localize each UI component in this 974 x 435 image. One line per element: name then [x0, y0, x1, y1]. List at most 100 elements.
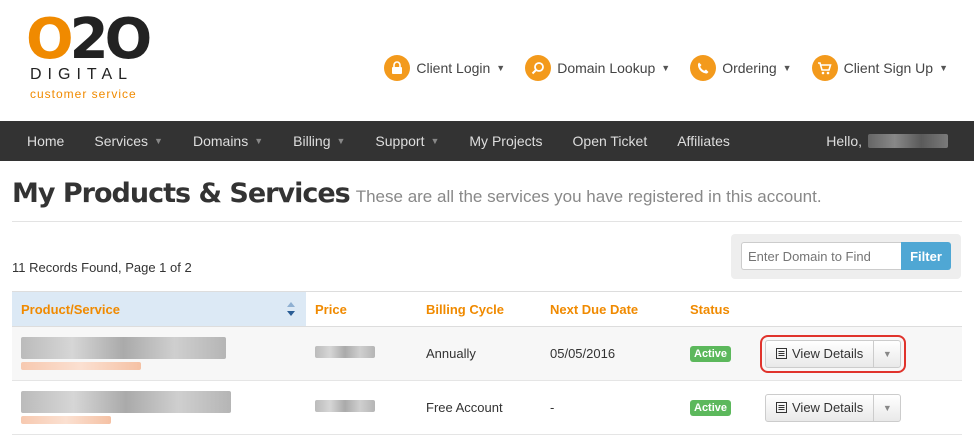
- actions-dropdown-toggle[interactable]: ▼: [874, 395, 900, 421]
- logo-digital: DIGITAL: [30, 66, 134, 83]
- view-details-button[interactable]: View Details: [766, 394, 875, 421]
- cell-actions: View Details ▼: [756, 326, 962, 381]
- nav-domains[interactable]: Domains ▼: [178, 121, 278, 161]
- nav-label: My Projects: [469, 133, 543, 149]
- redacted-product-domain: [21, 416, 111, 424]
- lock-icon: [384, 55, 411, 81]
- records-count: 11 Records Found, Page 1 of 2: [12, 260, 192, 275]
- cell-price: [306, 380, 417, 435]
- view-details-button[interactable]: View Details: [766, 340, 875, 367]
- top-nav: Client Login ▼ Domain Lookup ▼ Ordering …: [384, 55, 948, 81]
- nav-home[interactable]: Home: [0, 121, 79, 161]
- cell-next-due: -: [541, 380, 681, 435]
- nav-label: Services: [94, 133, 149, 149]
- nav-label: Open Ticket: [572, 133, 648, 149]
- chevron-down-icon: ▼: [882, 402, 892, 413]
- list-icon: [776, 402, 787, 413]
- cell-next-due: 05/05/2016: [541, 326, 681, 381]
- status-badge: Active: [690, 346, 732, 362]
- redacted-product-name: [21, 337, 226, 359]
- header: O2O DIGITAL customer service Client Logi…: [0, 0, 974, 121]
- table-row[interactable]: Annually 05/05/2016 Active View Details …: [12, 326, 962, 381]
- search-icon: [525, 55, 552, 81]
- nav-affiliates[interactable]: Affiliates: [662, 121, 745, 161]
- redacted-username: [868, 134, 948, 148]
- actions-dropdown-toggle[interactable]: ▼: [874, 341, 900, 367]
- view-details-label: View Details: [792, 400, 864, 415]
- main-nav: Home Services ▼ Domains ▼ Billing ▼ Support…: [0, 121, 974, 161]
- redacted-product-domain: [21, 362, 141, 370]
- nav-my-projects[interactable]: My Projects: [454, 121, 557, 161]
- page-subtitle: These are all the services you have regi…: [355, 187, 822, 206]
- column-product[interactable]: Product/Service: [12, 291, 306, 327]
- column-status[interactable]: Status: [681, 291, 756, 327]
- client-signup-menu[interactable]: Client Sign Up ▼: [811, 55, 948, 81]
- domain-filter: Filter: [731, 234, 961, 279]
- domain-lookup-label: Domain Lookup: [557, 60, 656, 76]
- logo[interactable]: O2O DIGITAL customer service: [26, 12, 156, 102]
- nav-support[interactable]: Support ▼: [360, 121, 454, 161]
- chevron-down-icon: ▼: [939, 63, 948, 73]
- nav-label: Affiliates: [677, 133, 730, 149]
- chevron-down-icon: ▼: [496, 63, 506, 73]
- cell-billing-cycle: Free Account: [417, 380, 541, 435]
- column-label: Status: [690, 301, 730, 317]
- column-price[interactable]: Price: [306, 291, 417, 327]
- view-details-button-group: View Details ▼: [759, 334, 907, 373]
- cell-product: [12, 326, 306, 381]
- chevron-down-icon: ▼: [430, 136, 440, 146]
- phone-icon: [690, 55, 717, 81]
- redacted-product-name: [21, 391, 231, 413]
- page-title: My Products & Services: [12, 178, 351, 209]
- chevron-down-icon: ▼: [336, 136, 346, 146]
- chevron-down-icon: ▼: [154, 136, 163, 146]
- client-login-label: Client Login: [416, 60, 491, 76]
- cell-actions: View Details ▼: [756, 380, 962, 435]
- cart-icon: [811, 55, 838, 81]
- cell-product: [12, 380, 306, 435]
- ordering-menu[interactable]: Ordering ▼: [690, 55, 792, 81]
- column-label: Product/Service: [21, 301, 120, 317]
- greeting-label: Hello,: [826, 133, 862, 149]
- column-label: Price: [315, 301, 347, 317]
- chevron-down-icon: ▼: [254, 136, 264, 146]
- column-label: Billing Cycle: [426, 301, 505, 317]
- nav-open-ticket[interactable]: Open Ticket: [558, 121, 663, 161]
- ordering-label: Ordering: [722, 60, 777, 76]
- nav-label: Home: [27, 133, 65, 149]
- client-signup-label: Client Sign Up: [843, 60, 934, 76]
- nav-label: Support: [375, 133, 425, 149]
- logo-tagline: customer service: [30, 87, 137, 101]
- cell-status: Active: [681, 326, 756, 381]
- table-row[interactable]: Free Account - Active View Details ▼: [12, 380, 962, 435]
- column-label: Next Due Date: [550, 301, 639, 317]
- column-actions: [756, 291, 962, 327]
- cell-billing-cycle: Annually: [417, 326, 541, 381]
- domain-search-input[interactable]: [741, 242, 901, 270]
- chevron-down-icon: ▼: [661, 63, 671, 73]
- column-billing-cycle[interactable]: Billing Cycle: [417, 291, 541, 327]
- sort-icon: [287, 302, 295, 316]
- page-header: My Products & Services These are all the…: [12, 178, 962, 222]
- column-next-due[interactable]: Next Due Date: [541, 291, 681, 327]
- list-icon: [776, 348, 787, 359]
- view-details-button-group: View Details ▼: [765, 393, 902, 422]
- domain-lookup-menu[interactable]: Domain Lookup ▼: [525, 55, 670, 81]
- user-greeting[interactable]: Hello,: [826, 121, 948, 161]
- cell-price: [306, 326, 417, 381]
- chevron-down-icon: ▼: [882, 348, 892, 359]
- services-table: Product/Service Price Billing Cycle Next…: [12, 291, 962, 435]
- nav-label: Domains: [192, 133, 249, 149]
- chevron-down-icon: ▼: [782, 63, 792, 73]
- nav-billing[interactable]: Billing ▼: [278, 121, 360, 161]
- logo-mark: O2O: [26, 7, 152, 72]
- client-login-menu[interactable]: Client Login ▼: [384, 55, 505, 81]
- table-header-row: Product/Service Price Billing Cycle Next…: [12, 291, 962, 327]
- filter-button[interactable]: Filter: [901, 242, 951, 270]
- nav-label: Billing: [293, 133, 331, 149]
- redacted-price: [315, 346, 375, 358]
- status-badge: Active: [690, 400, 732, 416]
- cell-status: Active: [681, 380, 756, 435]
- redacted-price: [315, 400, 375, 412]
- nav-services[interactable]: Services ▼: [79, 121, 178, 161]
